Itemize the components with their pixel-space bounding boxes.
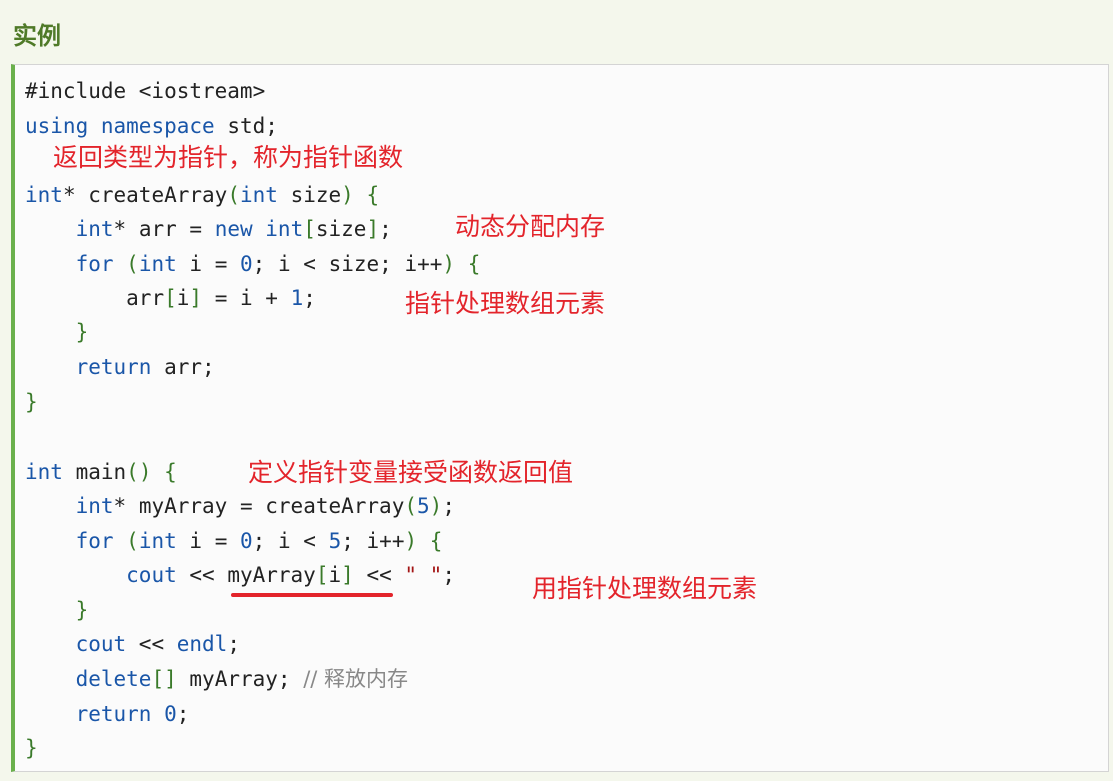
annotation-define-pointer: 定义指针变量接受函数返回值 — [248, 458, 574, 487]
page: 实例 #include <iostream> using namespace st… — [0, 0, 1113, 781]
code-line: int* createArray(int size) { — [25, 183, 380, 207]
annotation-dynamic-alloc: 动态分配内存 — [455, 212, 606, 241]
annotation-pointer-process-1: 指针处理数组元素 — [405, 289, 606, 318]
code-line: for (int i = 0; i < 5; i++) { — [75, 529, 443, 553]
code-line: int* arr = new int[size]; — [75, 217, 392, 241]
annotation-pointer-process-2: 用指针处理数组元素 — [532, 574, 758, 603]
code-line: } — [25, 390, 38, 414]
code-line: #include <iostream> — [25, 79, 266, 103]
code-line: } — [25, 736, 38, 760]
code-line: using namespace std; — [25, 114, 278, 138]
code-line: delete[] myArray; // 释放内存 — [75, 667, 409, 691]
section-title: 实例 — [13, 22, 61, 50]
code-line: for (int i = 0; i < size; i++) { — [75, 252, 481, 276]
code-line: return arr; — [75, 355, 215, 379]
red-underline-mark — [231, 593, 393, 597]
code-line: int* myArray = createArray(5); — [75, 494, 455, 518]
code-line: } — [75, 320, 89, 344]
code-line: int main() { — [25, 460, 177, 484]
code-line: } — [75, 598, 89, 622]
code-line: arr[i] = i + 1; — [126, 286, 316, 310]
annotation-return-pointer: 返回类型为指针，称为指针函数 — [53, 143, 404, 172]
code-line: return 0; — [75, 702, 190, 726]
code-line: cout << myArray[i] << " "; — [126, 563, 455, 587]
code-line: cout << endl; — [75, 632, 240, 656]
